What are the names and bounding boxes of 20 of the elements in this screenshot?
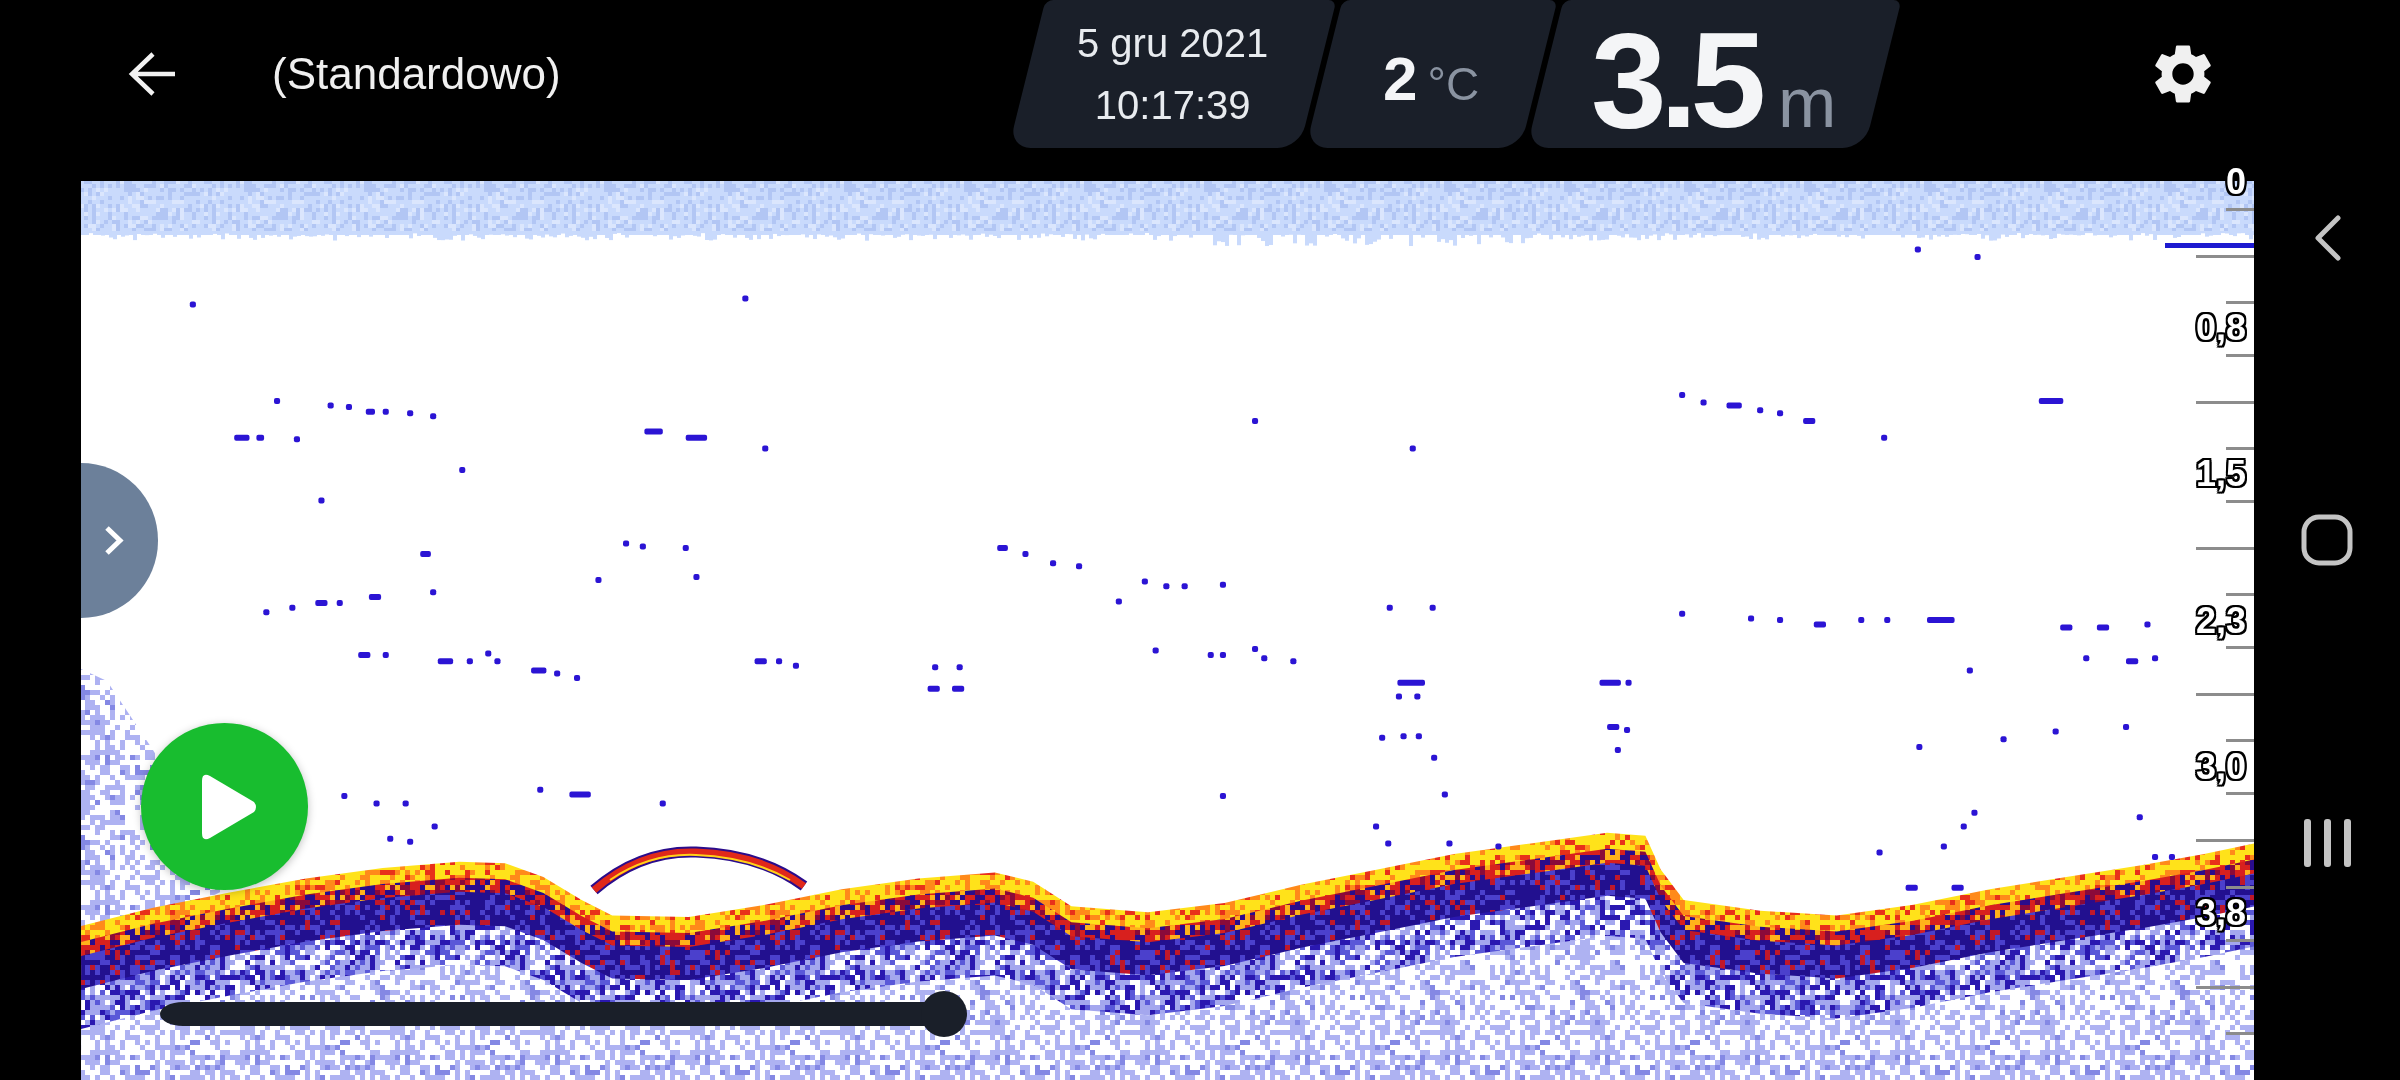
settings-button[interactable] (2154, 44, 2212, 104)
chevron-right-icon (104, 525, 124, 556)
home-button[interactable] (2301, 514, 2353, 566)
depth-unit: m (1778, 68, 1837, 138)
settings-icon (2154, 44, 2212, 104)
date-text: 5 gru 2021 (1076, 20, 1269, 67)
chevron-left-icon (2312, 214, 2342, 262)
recent-apps-button[interactable] (2303, 819, 2351, 867)
rounded-square-icon (2301, 514, 2353, 566)
back-arrow-icon (128, 51, 176, 97)
temperature-value: 2 (1383, 48, 1418, 110)
depth-scale-label: 0,8 (2195, 311, 2246, 346)
temperature-unit: °C (1427, 61, 1480, 107)
depth-value: 3.5 (1591, 12, 1761, 148)
depth-scale-label: 1,5 (2195, 457, 2246, 492)
nav-back-button[interactable] (2312, 214, 2342, 262)
back-button[interactable] (128, 51, 176, 97)
screen-title: (Standardowo) (272, 52, 561, 96)
three-bars-icon (2303, 819, 2351, 867)
time-text: 10:17:39 (1094, 82, 1251, 129)
